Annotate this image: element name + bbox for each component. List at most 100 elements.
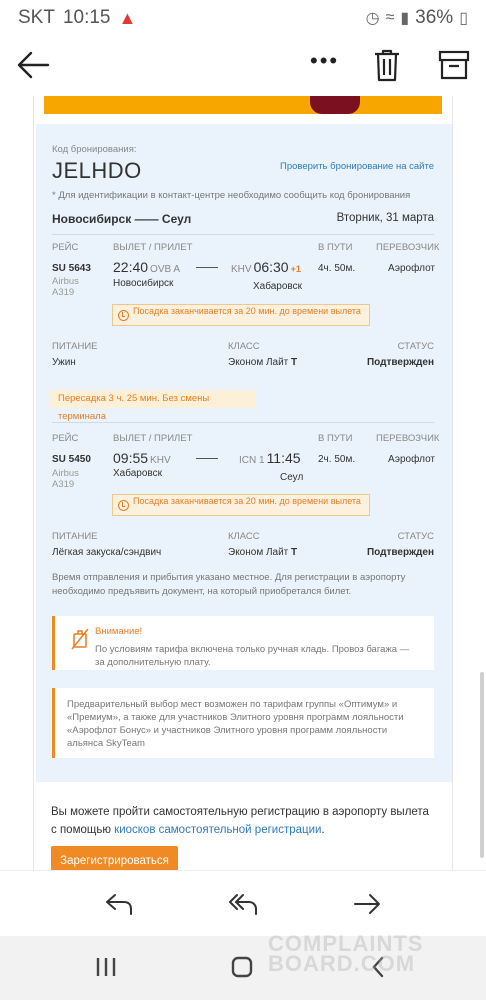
flight-duration: 2ч. 50м. (318, 454, 356, 465)
email-app-bar: ••• (0, 36, 486, 96)
carrier-name: Аэрофлот (388, 454, 435, 465)
divider (52, 422, 434, 423)
carrier-name: Аэрофлот (388, 263, 435, 274)
status-label: СТАТУС (397, 341, 434, 352)
departure-airport-code: KHV (150, 455, 171, 466)
departure-city: Новосибирск (113, 278, 174, 289)
seats-notice: Предварительный выбор мест возможен по т… (52, 688, 434, 758)
departure-airport-code: OVB A (150, 264, 181, 275)
luggage-notice-title: Внимание! (95, 626, 143, 637)
departure-city: Хабаровск (113, 468, 162, 479)
seats-notice-text: Предварительный выбор мест возможен по т… (67, 699, 404, 749)
booking-code-label: Код бронирования: (52, 144, 137, 155)
header-depart-arrive: ВЫЛЕТ / ПРИЛЕТ (113, 242, 193, 253)
self-registration-line-1: Вы можете пройти самостоятельную регистр… (51, 806, 429, 818)
archive-icon[interactable] (438, 50, 470, 80)
flight-number: SU 5643 (52, 263, 91, 274)
reply-icon[interactable] (104, 891, 134, 917)
watermark-logo: COMPLAINTS BOARD.COM (228, 933, 448, 982)
battery-percent: 36% (415, 7, 454, 28)
departure-time: 09:55 KHV (113, 450, 171, 466)
scrollbar-thumb[interactable] (480, 672, 484, 858)
meal-value: Лёгкая закуска/сэндвич (52, 547, 162, 558)
trash-icon[interactable] (372, 48, 402, 82)
class-name: Эконом Лайт (228, 357, 289, 368)
forward-icon[interactable] (352, 891, 382, 917)
class-code: T (291, 357, 298, 368)
meal-value: Ужин (52, 357, 76, 368)
header-en-route: В ПУТИ (318, 433, 353, 444)
status-icons: ◷ ≈ ▮ 36% ▯ (366, 7, 468, 29)
departure-time-value: 22:40 (113, 259, 149, 275)
recent-apps-icon[interactable] (94, 956, 118, 978)
header-en-route: В ПУТИ (318, 242, 353, 253)
meal-label: ПИТАНИЕ (52, 531, 98, 542)
reply-all-icon[interactable] (228, 891, 258, 917)
self-registration-text: Вы можете пройти самостоятельную регистр… (51, 803, 431, 839)
self-registration-line-2: с помощью киосков самостоятельной регист… (51, 821, 431, 839)
divider (52, 234, 434, 235)
arrival-city: Сеул (280, 472, 304, 483)
battery-icon: ▯ (459, 10, 468, 27)
flight-number: SU 5450 (52, 454, 91, 465)
wifi-icon: ≈ (385, 9, 395, 26)
route-date: Вторник, 31 марта (336, 212, 434, 224)
flight-dash (196, 267, 218, 268)
self-registration-period: . (321, 824, 325, 836)
header-carrier: ПЕРЕВОЗЧИК (376, 433, 440, 444)
class-name: Эконом Лайт (228, 547, 289, 558)
booking-card: Код бронирования: JELHDO Проверить брони… (36, 124, 452, 782)
email-action-bar (0, 870, 486, 936)
meal-label: ПИТАНИЕ (52, 341, 98, 352)
aircraft-type: Airbus A319 (52, 468, 79, 490)
booking-code: JELHDO (52, 158, 142, 183)
next-day-badge: +1 (290, 264, 301, 274)
boarding-warning: Посадка заканчивается за 20 мин. до врем… (112, 494, 370, 516)
header-depart-arrive: ВЫЛЕТ / ПРИЛЕТ (113, 433, 193, 444)
booking-code-note: * Для идентификации в контакт-центре нео… (52, 190, 411, 201)
class-value: Эконом Лайт T (228, 357, 297, 368)
header-flight: РЕЙС (52, 242, 79, 253)
arrival-airport-code: KHV (231, 264, 252, 275)
check-booking-link[interactable]: Проверить бронирование на сайте (280, 161, 434, 172)
arrival-city: Хабаровск (253, 281, 302, 292)
status-value: Подтвержден (366, 357, 434, 368)
more-options-icon[interactable]: ••• (310, 48, 339, 74)
self-registration-kiosk-link[interactable]: киосков самостоятельной регистрации (114, 824, 321, 836)
status-label: СТАТУС (397, 531, 434, 542)
carrier-label: SKT (18, 7, 55, 28)
arrival-time: KHV 06:30 +1 (231, 259, 301, 275)
notification-icon: ▲ (118, 7, 137, 28)
email-body[interactable]: Код бронирования: JELHDO Проверить брони… (0, 96, 486, 870)
aircraft-model: A319 (52, 479, 75, 490)
signal-icon: ▮ (400, 10, 410, 27)
class-value: Эконом Лайт T (228, 547, 297, 558)
route-title: Новосибирск —— Сеул (52, 212, 192, 226)
alarm-icon: ◷ (365, 10, 380, 27)
boarding-warning-text: Посадка заканчивается за 20 мин. до врем… (133, 496, 361, 506)
departure-time: 22:40 OVB A (113, 259, 180, 275)
class-code: T (291, 547, 298, 558)
promo-banner (44, 96, 442, 114)
class-label: КЛАСС (228, 341, 260, 352)
boarding-warning-text: Посадка заканчивается за 20 мин. до врем… (133, 306, 361, 316)
aircraft-model: A319 (52, 287, 75, 298)
no-luggage-icon (71, 628, 89, 650)
self-registration-prefix: с помощью (51, 824, 111, 836)
back-arrow-icon[interactable] (16, 50, 50, 80)
arrival-time: ICN 1 11:45 (239, 450, 303, 466)
transfer-badge: Пересадка 3 ч. 25 мин. Без смены термина… (50, 390, 256, 422)
luggage-notice-text: По условиям тарифа включена только ручна… (95, 644, 410, 668)
aircraft-maker: Airbus (52, 468, 79, 479)
boarding-warning: Посадка заканчивается за 20 мин. до врем… (112, 304, 370, 326)
header-carrier: ПЕРЕВОЗЧИК (376, 242, 440, 253)
watermark-line-2: BOARD.COM (268, 951, 416, 976)
arrival-time-value: 11:45 (266, 450, 301, 466)
arrival-time-value: 06:30 (253, 259, 289, 275)
status-bar: SKT 10:15 ▲ ◷ ≈ ▮ 36% ▯ (0, 0, 486, 36)
class-label: КЛАСС (228, 531, 260, 542)
aircraft-type: Airbus A319 (52, 276, 79, 298)
banner-figure-image (310, 96, 360, 114)
register-button[interactable]: Зарегистрироваться (51, 846, 178, 870)
departure-time-value: 09:55 (113, 450, 149, 466)
